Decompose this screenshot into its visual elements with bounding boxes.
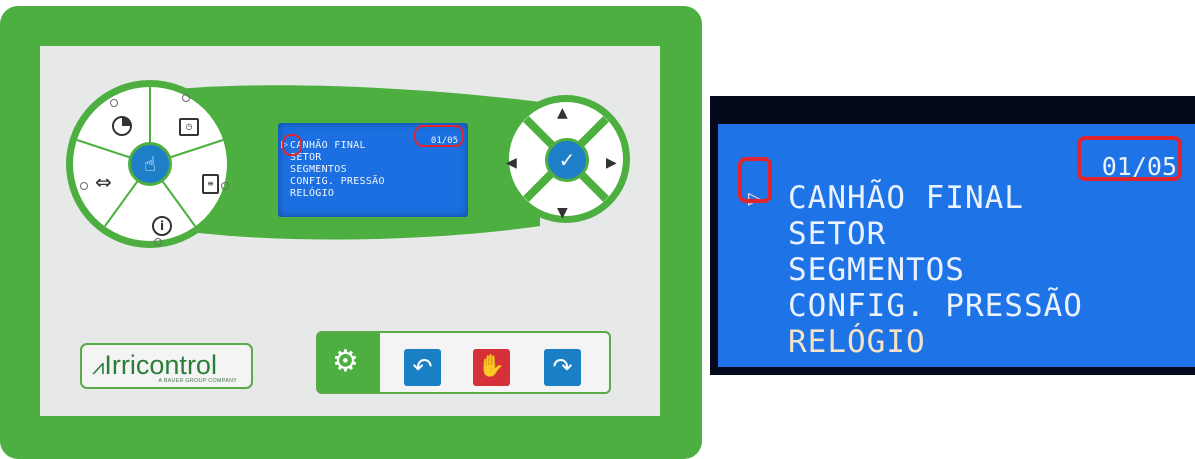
- touch-hand-icon[interactable]: ☝: [128, 142, 172, 186]
- brand-badge: ⩘Irricontrol A BAUER GROUP COMPANY: [80, 343, 253, 389]
- arrow-down-icon[interactable]: ▼: [557, 205, 568, 221]
- clipboard-icon[interactable]: ≡: [202, 174, 219, 194]
- flame-icon: ⩘: [92, 354, 105, 379]
- menu-item-config-pressao[interactable]: CONFIG. PRESSÃO: [290, 177, 385, 187]
- zoomed-display: 01/05 ▷ CANHÃO FINAL SETOR SEGMENTOS CON…: [710, 96, 1195, 375]
- brand-logo: ⩘Irricontrol: [92, 351, 217, 381]
- zoomed-item-config-pressao[interactable]: CONFIG. PRESSÃO: [788, 290, 1083, 322]
- stop-button[interactable]: ✋: [473, 349, 510, 386]
- zoomed-counter-highlight-ring: [1077, 136, 1182, 181]
- check-icon[interactable]: ✓: [545, 138, 589, 182]
- undo-arrow-icon: ↶: [412, 353, 433, 381]
- gear-button[interactable]: ⚙: [318, 333, 380, 392]
- menu-item-segmentos[interactable]: SEGMENTOS: [290, 165, 347, 175]
- counter-highlight-ring: [414, 125, 464, 147]
- zoomed-cursor-highlight-ring: [738, 157, 772, 203]
- arrow-up-icon[interactable]: ▲: [557, 105, 568, 121]
- gear-icon: ⚙: [332, 344, 359, 379]
- pie-chart-icon[interactable]: [112, 116, 132, 136]
- calendar-clock-icon[interactable]: ◷: [179, 118, 199, 136]
- redo-arrow-icon: ↷: [552, 353, 573, 381]
- zoomed-item-segmentos[interactable]: SEGMENTOS: [788, 254, 965, 286]
- swap-arrows-icon[interactable]: ⇔: [95, 172, 112, 192]
- menu-item-relogio[interactable]: RELÓGIO: [290, 189, 334, 199]
- arrow-left-icon[interactable]: ◀: [506, 155, 517, 171]
- zoomed-item-canhao-final[interactable]: CANHÃO FINAL: [788, 182, 1024, 214]
- zoomed-item-setor[interactable]: SETOR: [788, 218, 886, 250]
- brand-tagline: A BAUER GROUP COMPANY: [158, 378, 237, 384]
- zoomed-item-relogio[interactable]: RELÓGIO: [788, 326, 926, 358]
- cursor-highlight-ring: [282, 134, 302, 156]
- button-bar: ⚙ ↶ ✋ ↷: [316, 331, 611, 394]
- info-icon[interactable]: i: [152, 216, 172, 236]
- undo-button[interactable]: ↶: [404, 349, 441, 386]
- controller-panel: ☝ ◷ ≡ i ⇔ ▲ ▼ ◀ ▶ ✓ 01/05 ▷ CANHÃO FINAL…: [0, 6, 702, 459]
- brand-name: Irricontrol: [104, 350, 217, 380]
- arrow-right-icon[interactable]: ▶: [606, 155, 617, 171]
- redo-button[interactable]: ↷: [544, 349, 581, 386]
- stop-hand-icon: ✋: [477, 354, 506, 379]
